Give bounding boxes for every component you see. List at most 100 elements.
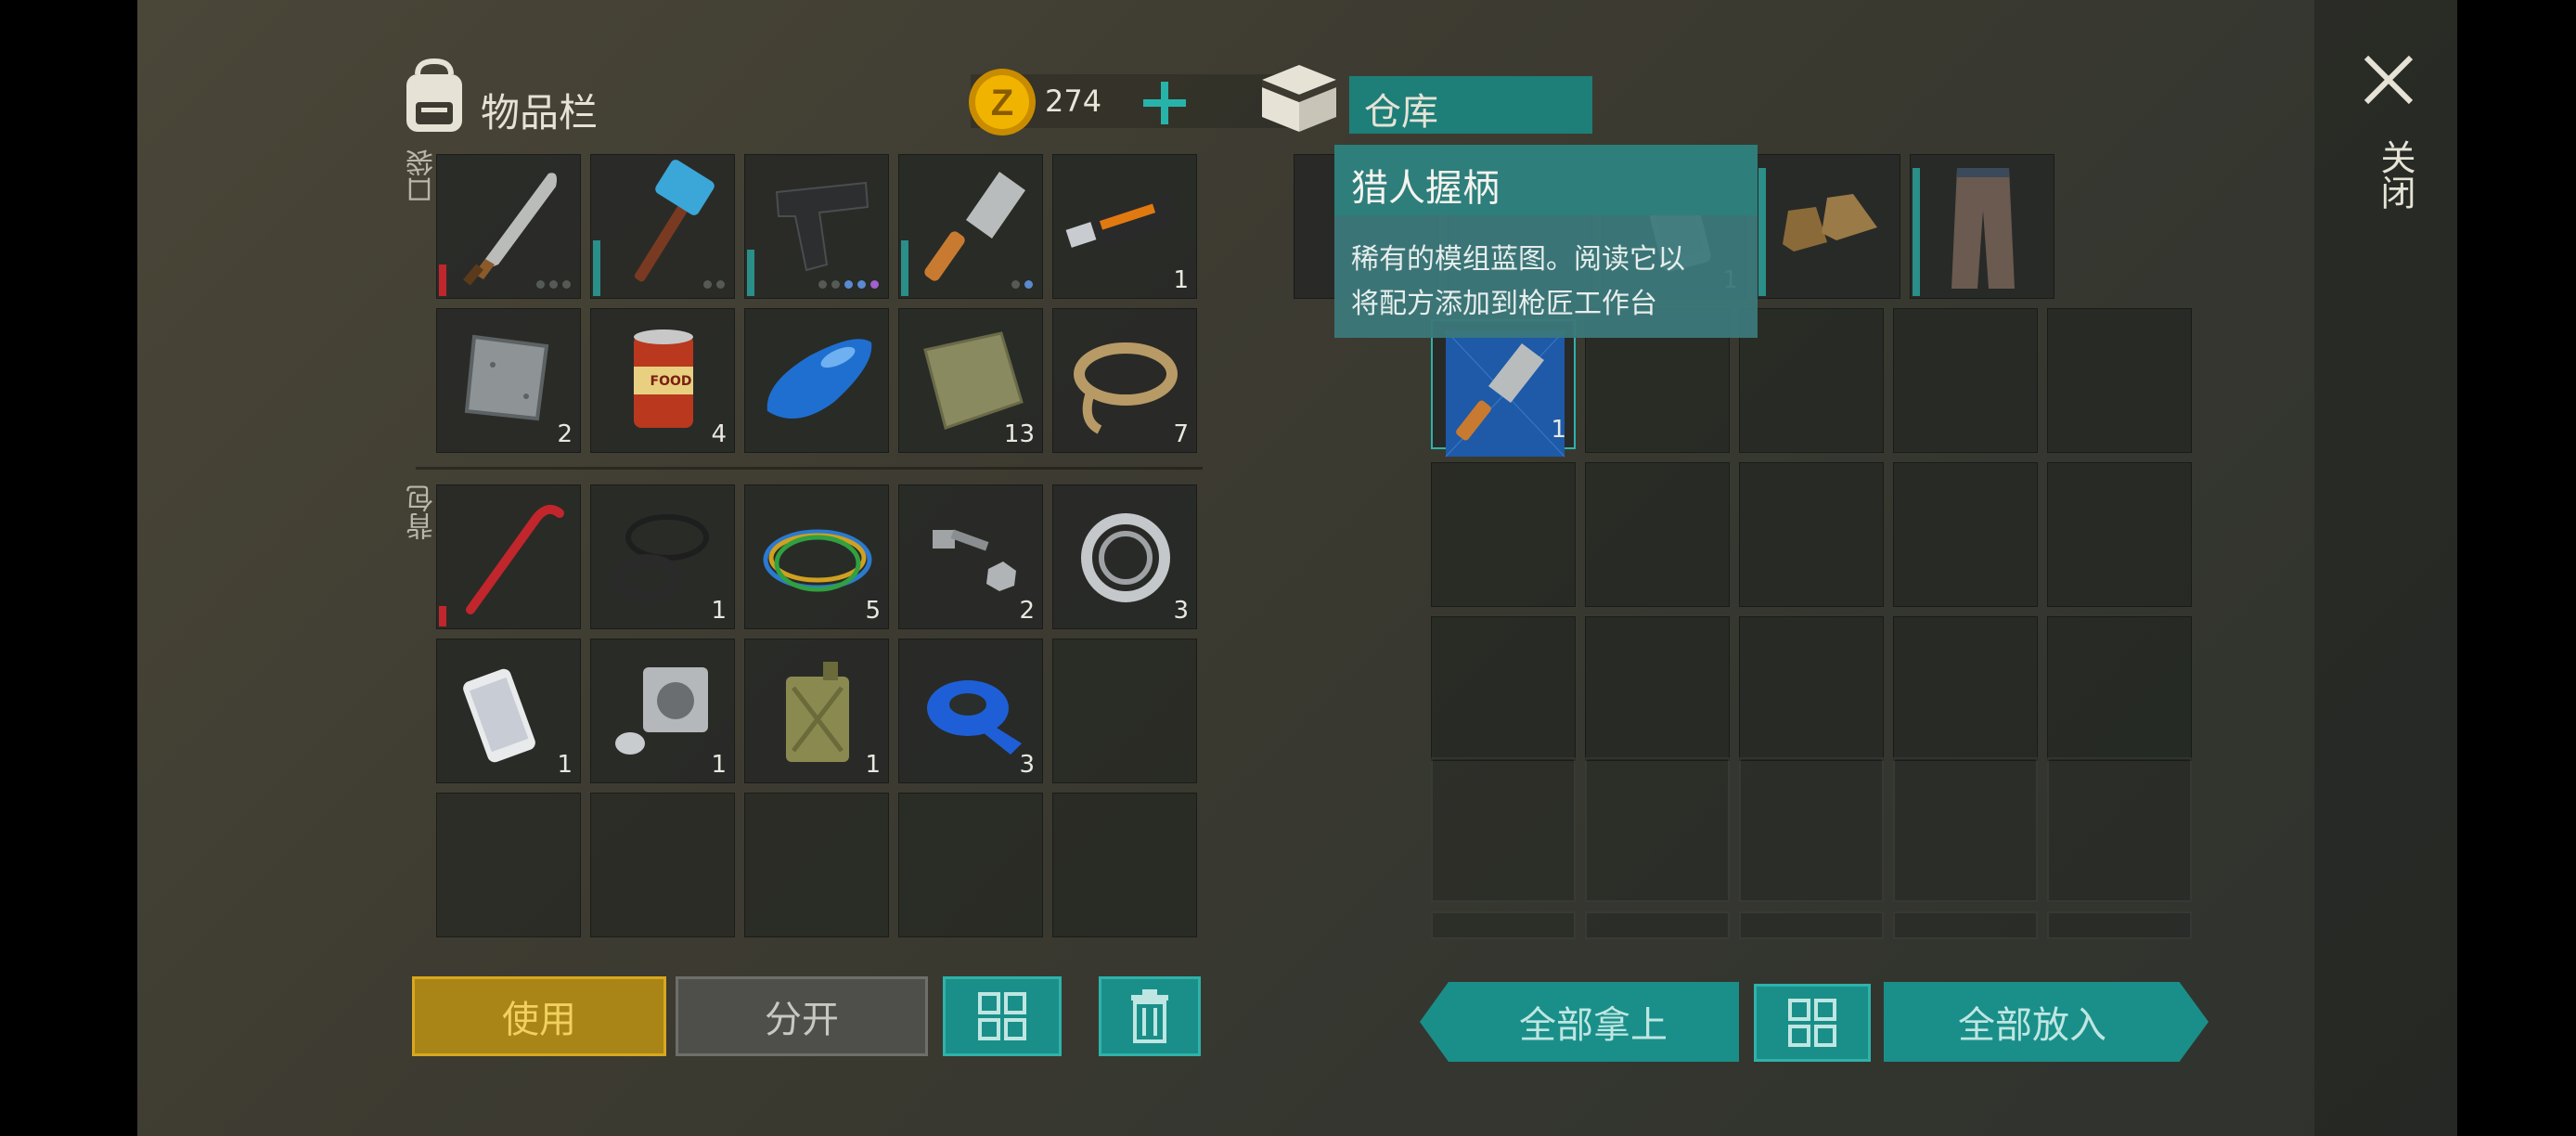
storage-slot[interactable] bbox=[1585, 757, 1730, 902]
storage-slot-blueprint[interactable]: 1 bbox=[1431, 319, 1576, 458]
storage-slot[interactable] bbox=[1431, 616, 1576, 761]
mod-dots bbox=[818, 280, 879, 289]
item-slot-fuel-tank[interactable] bbox=[744, 308, 889, 453]
storage-slot[interactable] bbox=[1739, 757, 1884, 902]
item-slot-jerrycan[interactable]: 1 bbox=[744, 639, 889, 783]
storage-slot[interactable] bbox=[1585, 616, 1730, 761]
item-slot-pistol[interactable] bbox=[744, 154, 889, 299]
storage-slot[interactable] bbox=[1739, 911, 1884, 939]
item-slot-machete[interactable] bbox=[436, 154, 581, 299]
mod-dots bbox=[703, 280, 725, 289]
item-slot-duct-tape[interactable]: 3 bbox=[898, 639, 1043, 783]
pants-icon bbox=[1951, 168, 2015, 289]
svg-text:Z: Z bbox=[991, 83, 1013, 123]
storage-slot[interactable] bbox=[2047, 616, 2192, 761]
section-divider bbox=[416, 467, 1203, 470]
storage-slot[interactable] bbox=[1893, 757, 2038, 902]
item-slot-metal-plate[interactable]: 2 bbox=[436, 308, 581, 453]
item-count: 13 bbox=[1003, 420, 1035, 448]
empty-slot[interactable] bbox=[436, 793, 581, 937]
split-button[interactable]: 分开 bbox=[676, 976, 928, 1056]
pistol-icon bbox=[775, 181, 869, 272]
durability-bar bbox=[439, 606, 446, 626]
storage-slot[interactable] bbox=[2047, 757, 2192, 902]
item-slot-crowbar[interactable] bbox=[436, 484, 581, 629]
hammer-icon bbox=[634, 160, 715, 282]
storage-slot[interactable] bbox=[1893, 911, 2038, 939]
storage-slot[interactable] bbox=[1431, 757, 1576, 902]
storage-slot[interactable] bbox=[1585, 462, 1730, 607]
item-slot-rope[interactable]: 7 bbox=[1052, 308, 1197, 453]
item-count: 1 bbox=[1173, 266, 1189, 294]
empty-slot[interactable] bbox=[590, 793, 735, 937]
item-slot-wires[interactable]: 5 bbox=[744, 484, 889, 629]
item-count: 3 bbox=[1173, 597, 1189, 625]
fuel-tank-icon bbox=[766, 339, 872, 419]
storage-slot[interactable] bbox=[1739, 308, 1884, 453]
item-slot-canned-food[interactable]: FOOD 4 bbox=[590, 308, 735, 453]
durability-bar bbox=[1913, 168, 1920, 296]
mod-dots bbox=[1011, 280, 1033, 289]
inventory-title: 物品栏 bbox=[481, 90, 599, 136]
storage-slot[interactable] bbox=[2047, 911, 2192, 939]
take-all-label: 全部拿上 bbox=[1519, 1004, 1668, 1047]
blueprint-icon bbox=[1445, 329, 1565, 458]
item-slot-hammer[interactable] bbox=[590, 154, 735, 299]
item-count: 1 bbox=[711, 751, 727, 779]
storage-slot[interactable] bbox=[1739, 462, 1884, 607]
item-tooltip: 猎人握柄 稀有的模组蓝图。阅读它以 将配方添加到枪匠工作台 bbox=[1334, 145, 1758, 338]
close-icon[interactable] bbox=[2363, 54, 2415, 106]
storage-slot[interactable] bbox=[1893, 616, 2038, 761]
storage-slot[interactable] bbox=[1431, 462, 1576, 607]
item-count: 4 bbox=[711, 420, 727, 448]
empty-slot[interactable] bbox=[744, 793, 889, 937]
item-count: 1 bbox=[865, 751, 881, 779]
item-slot-rubber-seals[interactable]: 1 bbox=[590, 484, 735, 629]
storage-slot[interactable] bbox=[2047, 462, 2192, 607]
delete-button[interactable] bbox=[1099, 976, 1201, 1056]
put-all-button[interactable]: 全部放入 bbox=[1884, 982, 2209, 1062]
use-button[interactable]: 使用 bbox=[412, 976, 666, 1056]
tooltip-title: 猎人握柄 bbox=[1351, 167, 1500, 210]
sort-storage-button[interactable] bbox=[1754, 984, 1871, 1062]
item-count: 5 bbox=[865, 597, 881, 625]
storage-slot[interactable] bbox=[1739, 616, 1884, 761]
machete-icon bbox=[463, 173, 557, 286]
tooltip-line-2: 将配方添加到枪匠工作台 bbox=[1351, 288, 1657, 320]
item-slot-smartphone[interactable]: 1 bbox=[436, 639, 581, 783]
item-slot-bearing[interactable]: 3 bbox=[1052, 484, 1197, 629]
take-all-button[interactable]: 全部拿上 bbox=[1420, 982, 1739, 1062]
storage-slot[interactable] bbox=[1585, 911, 1730, 939]
grid-sort-icon bbox=[1788, 999, 1836, 1047]
boots-icon bbox=[1783, 194, 1877, 252]
trash-icon bbox=[1131, 989, 1168, 1043]
storage-box-icon bbox=[1262, 65, 1336, 132]
item-slot-cloth[interactable]: 13 bbox=[898, 308, 1043, 453]
item-count: 1 bbox=[557, 751, 573, 779]
storage-slot[interactable] bbox=[1893, 308, 2038, 453]
item-slot-usb-drive[interactable]: 1 bbox=[1052, 154, 1197, 299]
empty-slot[interactable] bbox=[1052, 639, 1197, 783]
storage-title: 仓库 bbox=[1364, 91, 1438, 134]
storage-slot[interactable] bbox=[2047, 308, 2192, 453]
durability-bar bbox=[747, 250, 754, 296]
mod-dots bbox=[536, 280, 571, 289]
item-slot-bolts[interactable]: 2 bbox=[898, 484, 1043, 629]
storage-slot[interactable] bbox=[1431, 911, 1576, 939]
empty-slot[interactable] bbox=[898, 793, 1043, 937]
close-label[interactable]: 关闭 bbox=[2370, 139, 2421, 210]
storage-slot[interactable] bbox=[1893, 462, 2038, 607]
empty-slot[interactable] bbox=[1052, 793, 1197, 937]
grid-sort-icon bbox=[978, 992, 1026, 1040]
sort-inventory-button[interactable] bbox=[943, 976, 1062, 1056]
storage-slot-boots[interactable] bbox=[1756, 154, 1900, 299]
item-count: 2 bbox=[557, 420, 573, 448]
cleaver-icon bbox=[924, 172, 1025, 281]
storage-slot-pants[interactable] bbox=[1910, 154, 2054, 299]
put-all-label: 全部放入 bbox=[1958, 1004, 2106, 1047]
coin-count: 274 bbox=[1045, 84, 1102, 119]
item-slot-cleaver[interactable] bbox=[898, 154, 1043, 299]
item-slot-engine-cylinder[interactable]: 1 bbox=[590, 639, 735, 783]
add-coins-icon[interactable] bbox=[1140, 78, 1190, 128]
coin-icon: Z bbox=[969, 69, 1036, 136]
